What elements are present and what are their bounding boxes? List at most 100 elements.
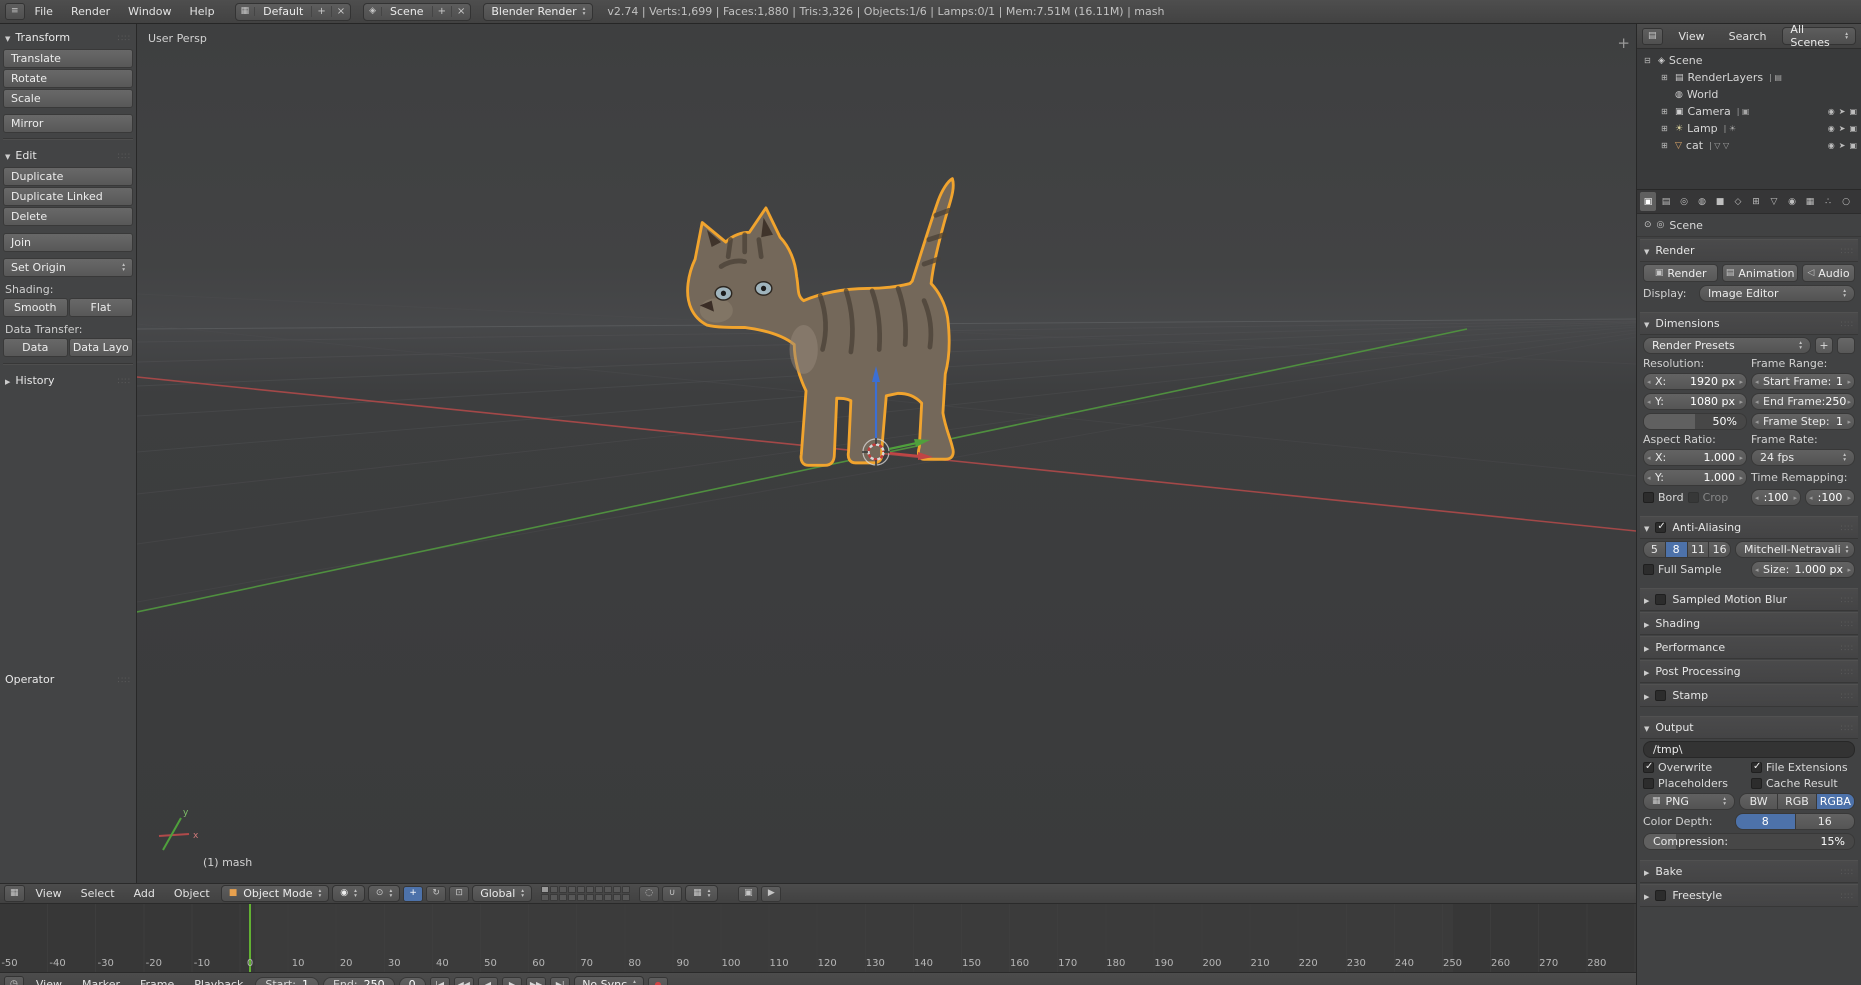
menu-render[interactable]: Render <box>63 3 118 20</box>
info-editor-type-button[interactable]: ≡ <box>5 3 25 20</box>
freestyle-panel-header[interactable]: Freestyle <box>1640 884 1858 907</box>
color-depth-8-button[interactable]: 8 <box>1735 813 1796 830</box>
full-sample-checkbox[interactable] <box>1643 564 1654 575</box>
frame-rate-dropdown[interactable]: 24 fps <box>1751 449 1855 466</box>
resolution-x-field[interactable]: X: 1920 px <box>1643 373 1747 390</box>
selectability-arrow-icon[interactable]: ➤ <box>1839 141 1846 150</box>
panel-grip-icon[interactable] <box>1841 689 1854 702</box>
viewport-3d[interactable]: y x User Persp (1) mash + <box>137 24 1636 883</box>
layer-cell[interactable] <box>541 894 550 901</box>
render-engine-selector[interactable]: Blender Render <box>483 2 594 21</box>
selectability-arrow-icon[interactable]: ➤ <box>1839 107 1846 116</box>
tab-material[interactable]: ◉ <box>1784 192 1800 211</box>
sync-dropdown[interactable]: No Sync <box>574 975 644 985</box>
shading-panel-header[interactable]: Shading <box>1640 612 1858 635</box>
bake-panel-header[interactable]: Bake <box>1640 860 1858 883</box>
expander-icon[interactable]: ⊞ <box>1661 141 1671 150</box>
tab-object-data[interactable]: ▽ <box>1766 192 1782 211</box>
dimensions-panel-header[interactable]: Dimensions <box>1640 312 1858 335</box>
renderability-camera-icon[interactable]: ▣ <box>1849 107 1857 116</box>
gizmo-x-axis[interactable] <box>888 451 920 458</box>
preset-remove-button[interactable] <box>1837 337 1855 354</box>
cat-model[interactable] <box>686 177 955 467</box>
snap-toggle[interactable]: ∪ <box>662 885 683 902</box>
outliner-search-menu[interactable]: Search <box>1721 28 1775 45</box>
post-processing-panel-header[interactable]: Post Processing <box>1640 660 1858 683</box>
visibility-eye-icon[interactable]: ◉ <box>1828 141 1835 150</box>
manipulator-translate-toggle[interactable]: + <box>403 885 424 902</box>
timeline-editor-type-button[interactable]: ◷ <box>4 976 24 985</box>
jump-start-button[interactable]: |◀ <box>429 976 450 985</box>
visibility-eye-icon[interactable]: ◉ <box>1828 124 1835 133</box>
compression-slider[interactable]: Compression: 15% <box>1643 833 1855 850</box>
tab-scene[interactable]: ◎ <box>1676 192 1692 211</box>
outliner-row-scene[interactable]: ⊟ ◈ Scene <box>1637 52 1861 69</box>
screen-layout-selector[interactable]: ▦ Default + × <box>234 2 352 21</box>
rotate-button[interactable]: Rotate <box>3 69 133 88</box>
placeholders-checkbox[interactable] <box>1643 778 1654 789</box>
panel-grip-icon[interactable] <box>1841 889 1854 902</box>
file-format-dropdown[interactable]: ▦ PNG <box>1643 793 1735 810</box>
outliner-row-renderlayers[interactable]: ⊞ ▤ RenderLayers | ▤ <box>1637 69 1861 86</box>
render-still-button[interactable]: ▣ Render <box>1643 264 1719 282</box>
duplicate-button[interactable]: Duplicate <box>3 167 133 186</box>
item-label[interactable]: cat <box>1686 139 1703 152</box>
outliner-display-filter-dropdown[interactable]: All Scenes <box>1782 24 1856 49</box>
sample-11-button[interactable]: 11 <box>1687 541 1710 558</box>
opengl-render-still-button[interactable]: ▣ <box>738 885 759 902</box>
duplicate-linked-button[interactable]: Duplicate Linked <box>3 187 133 206</box>
layout-close-button[interactable]: × <box>330 6 350 17</box>
render-animation-button[interactable]: ▤ Animation <box>1722 264 1798 282</box>
expander-icon[interactable]: ⊟ <box>1644 56 1654 65</box>
file-extensions-checkbox[interactable] <box>1751 761 1762 773</box>
antialiasing-panel-header[interactable]: Anti-Aliasing <box>1640 516 1858 539</box>
stamp-panel-header[interactable]: Stamp <box>1640 684 1858 707</box>
opengl-render-anim-button[interactable]: ▶ <box>761 885 782 902</box>
timeline-view-menu[interactable]: View <box>28 976 70 985</box>
scene-close-button[interactable]: × <box>450 6 470 17</box>
scale-button[interactable]: Scale <box>3 89 133 108</box>
start-frame-field[interactable]: Start: 1 <box>255 976 319 985</box>
select-menu[interactable]: Select <box>73 885 123 902</box>
layer-cell[interactable] <box>541 886 550 893</box>
time-remap-old-field[interactable]: :100 <box>1751 489 1801 506</box>
item-label[interactable]: Camera <box>1688 105 1731 118</box>
timeline-scrub-area[interactable]: -50 -40 -30 -20 -10 0 10 20 30 40 50 60 70 80 90 100 110… <box>0 904 1636 972</box>
frame-step-field[interactable]: Frame Step: 1 <box>1751 413 1855 430</box>
sample-8-button[interactable]: 8 <box>1665 541 1688 558</box>
aspect-x-field[interactable]: X: 1.000 <box>1643 449 1747 466</box>
layer-cell[interactable] <box>604 894 613 901</box>
resolution-y-field[interactable]: Y: 1080 px <box>1643 393 1747 410</box>
panel-grip-icon[interactable] <box>1841 665 1854 678</box>
menu-file[interactable]: File <box>27 3 61 20</box>
manipulator-rotate-toggle[interactable]: ↻ <box>426 885 447 902</box>
item-label[interactable]: Lamp <box>1687 122 1718 135</box>
selectability-arrow-icon[interactable]: ➤ <box>1839 124 1846 133</box>
timeline-playback-menu[interactable]: Playback <box>186 976 251 985</box>
freestyle-checkbox[interactable] <box>1655 890 1667 901</box>
pin-icon[interactable]: ⊙ <box>1644 220 1652 230</box>
manipulator-scale-toggle[interactable]: ⊡ <box>449 885 470 902</box>
transform-panel-header[interactable]: Transform <box>3 27 133 48</box>
translate-button[interactable]: Translate <box>3 49 133 68</box>
tab-object[interactable]: ■ <box>1712 192 1728 211</box>
panel-grip-icon[interactable] <box>1841 865 1854 878</box>
sampled-motion-blur-checkbox[interactable] <box>1655 594 1667 605</box>
overwrite-checkbox[interactable] <box>1643 761 1654 773</box>
shade-flat-button[interactable]: Flat <box>68 298 133 317</box>
layout-browse-icon[interactable]: ▦ <box>236 7 256 16</box>
time-remap-new-field[interactable]: :100 <box>1805 489 1855 506</box>
timeline-marker-menu[interactable]: Marker <box>74 976 128 985</box>
preset-add-button[interactable]: + <box>1815 337 1833 354</box>
tab-modifiers[interactable]: ⊞ <box>1748 192 1764 211</box>
current-frame-field[interactable]: 0 <box>398 976 426 985</box>
expander-icon[interactable]: ⊞ <box>1661 73 1671 82</box>
sample-16-button[interactable]: 16 <box>1709 541 1731 558</box>
tab-physics[interactable]: ○ <box>1838 192 1854 211</box>
panel-grip-icon[interactable] <box>118 149 131 162</box>
panel-grip-icon[interactable] <box>1841 721 1854 734</box>
layout-name[interactable]: Default <box>255 5 311 18</box>
record-button[interactable]: ● <box>647 976 668 985</box>
layers-widget[interactable] <box>541 886 631 901</box>
panel-grip-icon[interactable] <box>118 673 131 686</box>
